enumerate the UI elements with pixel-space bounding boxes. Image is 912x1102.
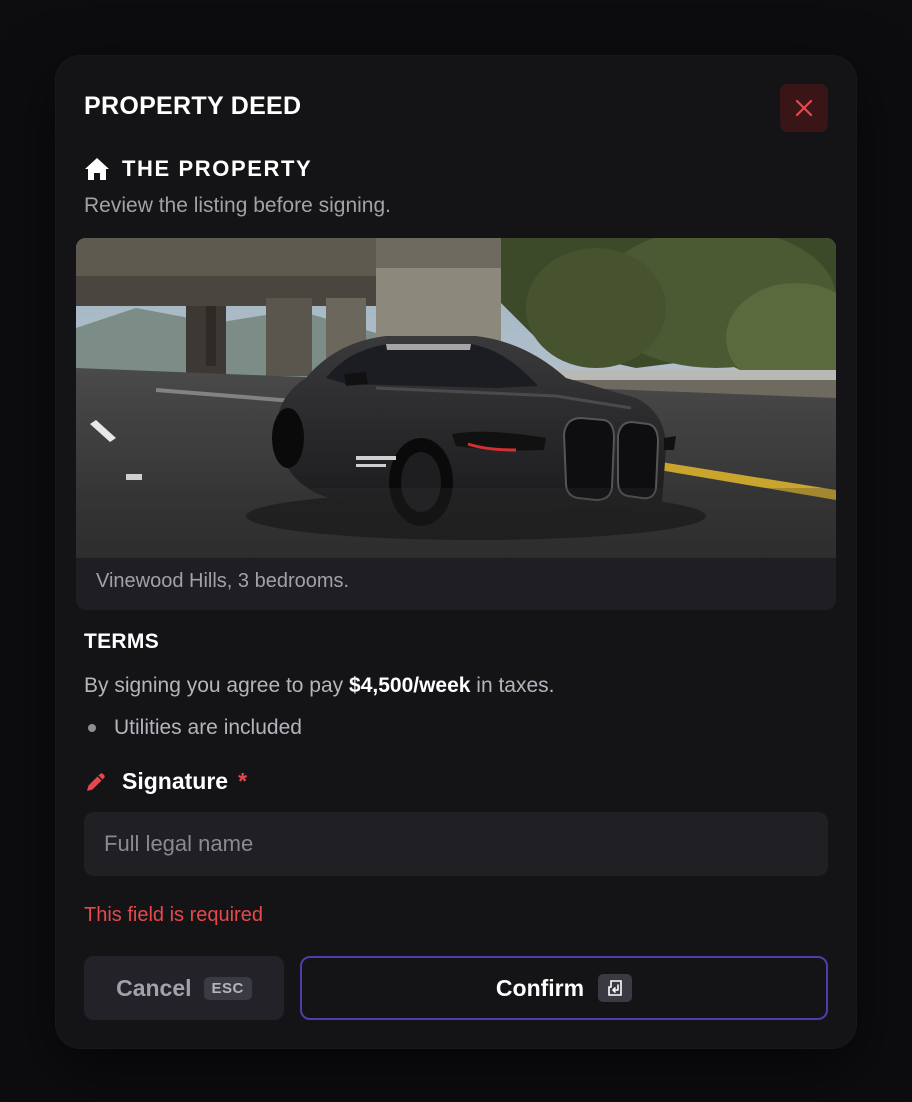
terms-bullet-item: Utilities are included (88, 716, 302, 740)
signature-label-text: Signature (122, 768, 229, 794)
terms-text-after: in taxes. (470, 674, 555, 697)
terms-text-before: By signing you agree to pay (84, 674, 350, 697)
terms-amount: $4,500/week (349, 674, 471, 697)
modal-title: PROPERTY DEED (84, 92, 302, 120)
pencil-icon (87, 772, 105, 791)
property-heading: THE PROPERTY (84, 156, 312, 182)
signature-label: Signature * (84, 768, 247, 795)
cancel-button-label: Cancel (116, 974, 192, 1001)
close-icon (795, 99, 813, 117)
property-heading-label: THE PROPERTY (122, 156, 313, 181)
required-marker: * (238, 768, 248, 794)
signature-error: This field is required (84, 904, 263, 926)
close-button[interactable] (780, 84, 828, 132)
terms-bullet-text: Utilities are included (114, 716, 302, 739)
property-subtitle: Review the listing before signing. (84, 194, 392, 217)
property-image (76, 238, 836, 558)
property-card: Vinewood Hills, 3 bedrooms. (76, 238, 836, 610)
cancel-button[interactable]: Cancel ESC (84, 956, 284, 1020)
bullet-dot-icon (88, 724, 96, 732)
property-deed-modal: PROPERTY DEED THE PROPERTY Review the li… (56, 56, 856, 1048)
esc-shortcut-badge: ESC (203, 976, 252, 1000)
enter-key-icon (598, 974, 633, 1002)
confirm-button[interactable]: Confirm (300, 956, 828, 1020)
terms-text: By signing you agree to pay $4,500/week … (84, 674, 555, 698)
terms-heading: TERMS (84, 630, 159, 653)
signature-input[interactable] (84, 812, 828, 876)
home-icon (85, 158, 109, 180)
property-caption: Vinewood Hills, 3 bedrooms. (96, 570, 350, 592)
confirm-button-label: Confirm (495, 974, 585, 1001)
